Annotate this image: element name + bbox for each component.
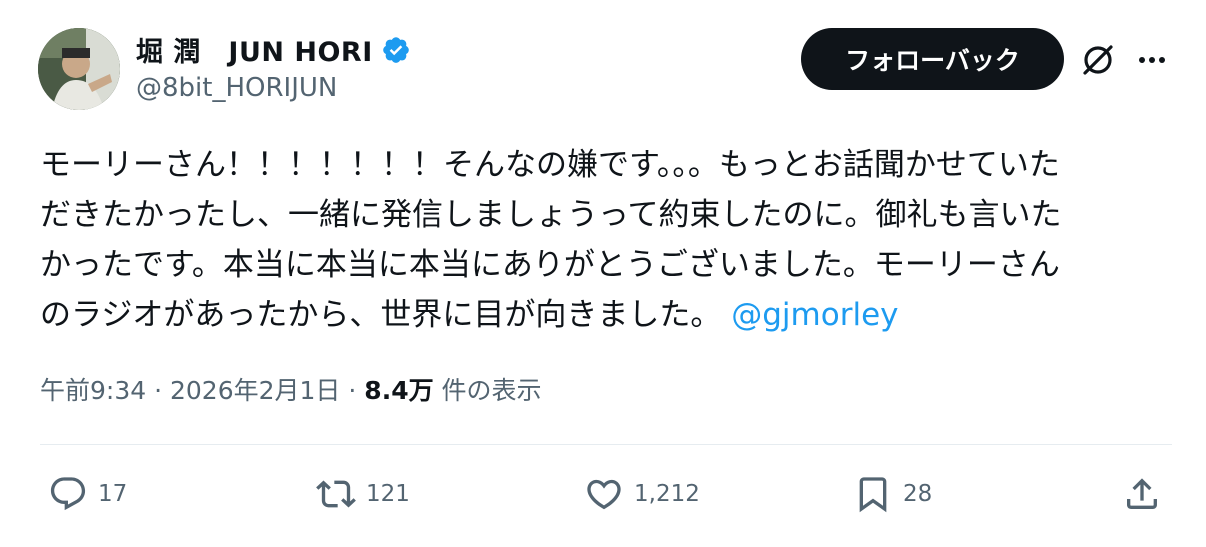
- tweet-text-line: だきたかったし、一緒に発信しましょうって約束したのに。御礼も言いた: [40, 197, 1062, 233]
- tweet-text: モーリーさん！！！！！！！そんなの嫌です。。。もっとお話聞かせていた だきたかっ…: [40, 140, 1170, 340]
- share-button[interactable]: [1122, 472, 1162, 516]
- views-count[interactable]: 8.4万: [364, 376, 433, 405]
- bookmark-button[interactable]: 28: [853, 472, 932, 516]
- divider: [40, 444, 1172, 445]
- meta-separator: ·: [348, 376, 357, 405]
- like-count: 1,212: [634, 481, 700, 507]
- share-icon: [1127, 478, 1157, 509]
- like-icon: [587, 479, 621, 510]
- follow-back-button[interactable]: フォローバック: [801, 28, 1064, 90]
- tweet-text-segment: のラジオがあったから、世界に目が向きました。: [40, 297, 722, 333]
- bookmark-count: 28: [903, 481, 933, 507]
- reply-icon: [50, 477, 86, 511]
- grok-icon[interactable]: [1080, 42, 1116, 78]
- retweet-icon: [316, 480, 356, 508]
- bookmark-icon: [859, 477, 887, 513]
- like-button[interactable]: 1,212: [584, 472, 700, 516]
- tweet-time[interactable]: 午前9:34: [40, 376, 146, 405]
- tweet-meta: 午前9:34 · 2026年2月1日 · 8.4万 件の表示: [40, 371, 542, 407]
- author-name-row[interactable]: 堀 潤 JUN HORI: [136, 30, 411, 69]
- meta-separator: ·: [154, 376, 163, 405]
- avatar[interactable]: [38, 28, 120, 110]
- retweet-button[interactable]: 121: [316, 472, 410, 516]
- author-display-name[interactable]: 堀 潤 JUN HORI: [136, 30, 373, 69]
- more-icon[interactable]: [1134, 48, 1170, 72]
- retweet-count: 121: [366, 481, 410, 507]
- tweet-text-line: モーリーさん！！！！！！！そんなの嫌です。。。もっとお話聞かせていた: [40, 147, 1060, 183]
- mention-link[interactable]: @gjmorley: [731, 297, 898, 333]
- verified-badge-icon[interactable]: [381, 35, 411, 65]
- reply-button[interactable]: 17: [48, 472, 127, 516]
- tweet-text-line: のラジオがあったから、世界に目が向きました。 @gjmorley: [40, 290, 1170, 340]
- tweet-date[interactable]: 2026年2月1日: [170, 376, 340, 405]
- reply-count: 17: [98, 481, 128, 507]
- views-label[interactable]: 件の表示: [442, 376, 542, 405]
- tweet-text-line: かったです。本当に本当に本当にありがとうございました。モーリーさん: [40, 247, 1060, 283]
- author-handle[interactable]: @8bit_HORIJUN: [136, 73, 337, 103]
